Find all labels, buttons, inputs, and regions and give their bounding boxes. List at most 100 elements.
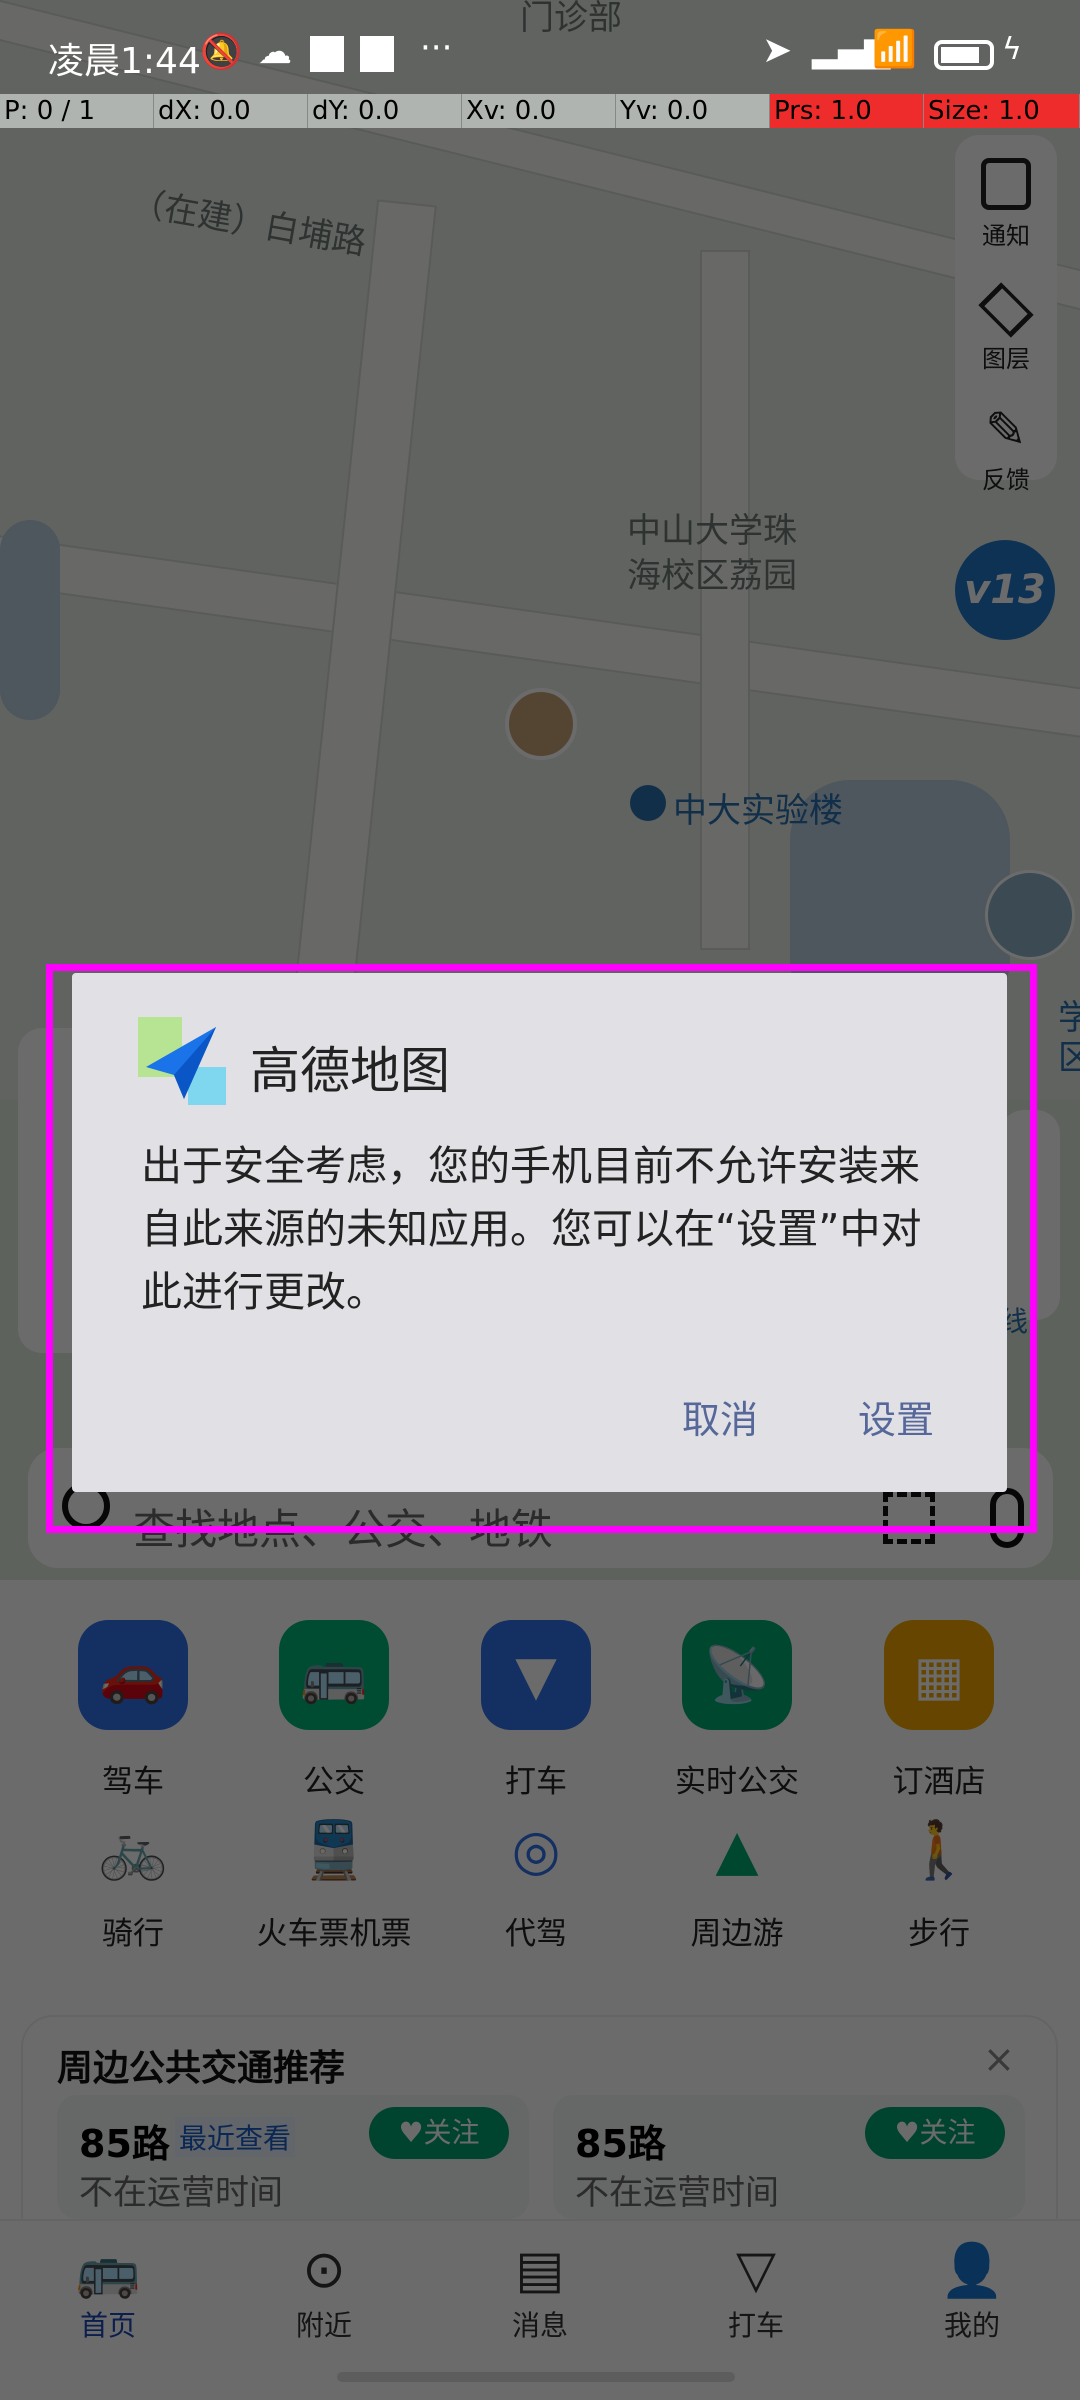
transit-title: 周边公共交通推荐 [57,2048,346,2089]
map-view[interactable]: 门诊部 （在建）白埔路 中山大学珠 海校区荔园 中大实验楼 学 区 v13 [0,0,1080,1100]
notice-icon [981,158,1031,210]
route-status: 不在运营时间 [79,2173,283,2213]
layers-label: 图层 [982,345,1030,373]
quick-entry-label: 步行 [908,1916,970,1952]
route-card[interactable]: 85路 ♥关注 不在运营时间 [553,2095,1025,2219]
nav-tab-nearby[interactable]: ⊙ 附近 [216,2240,432,2344]
home-indicator[interactable] [337,2372,735,2382]
dialog-message: 出于安全考虑，您的手机目前不允许安装来自此来源的未知应用。您可以在“设置”中对此… [141,1142,922,1316]
steering-wheel-icon: ◎ [511,1817,561,1883]
hotel-icon: ▦ [884,1620,994,1730]
debug-field: P: 0 / 1 [0,94,154,128]
dialog-title: 高德地图 [250,1042,450,1100]
quick-entry-label: 打车 [505,1764,567,1800]
nav-tab-profile[interactable]: 👤 我的 [864,2240,1080,2344]
microphone-icon[interactable] [990,1488,1024,1548]
debug-field: Prs: 1.0 [770,94,924,128]
realtime-bus-icon: 📡 [682,1620,792,1730]
location-icon: ➤ [762,30,793,71]
quick-entry-label: 实时公交 [675,1764,799,1800]
map-label: 海校区荔园 [627,556,797,596]
scenic-thumbnail[interactable] [985,870,1075,960]
notification-icon [360,36,394,72]
quick-entry-hotel[interactable]: ▦ 订酒店 [839,1620,1039,1801]
debug-field: Size: 1.0 [924,94,1080,128]
bus-icon: 🚌 [279,1620,389,1730]
notice-button[interactable]: 通知 [955,150,1057,272]
right-map-controls[interactable] [1000,1110,1060,1320]
feedback-label: 反馈 [982,466,1030,494]
nav-tab-messages[interactable]: ▤ 消息 [432,2240,648,2344]
taxi-icon: ▽ [736,2240,776,2300]
messages-icon: ▤ [515,2240,565,2300]
nav-tab-home[interactable]: 🚌 首页 [0,2240,216,2344]
quick-entry-label: 骑行 [102,1916,164,1952]
layers-icon [978,282,1034,338]
map-poi-label[interactable]: 中大实验楼 [673,783,843,832]
quick-entry-steering-wheel[interactable]: ◎ 代驾 [436,1810,636,1953]
version-badge[interactable]: v13 [955,540,1055,640]
nearby-icon: ⊙ [302,2240,346,2300]
layers-button[interactable]: 图层 [955,275,1057,397]
debug-field: dX: 0.0 [154,94,308,128]
train-icon: 🚆 [299,1818,369,1883]
scan-icon[interactable] [883,1492,935,1544]
nav-label: 附近 [295,2309,352,2342]
route-card[interactable]: 85路 最近查看 ♥关注 不在运营时间 [57,2095,529,2219]
recent-tag: 最近查看 [175,2117,296,2157]
pointer-debug-bar: P: 0 / 1 dX: 0.0 dY: 0.0 Xv: 0.0 Yv: 0.0 Prs:… [0,94,1080,128]
debug-field: Yv: 0.0 [616,94,770,128]
walk-icon: 🚶 [904,1818,974,1883]
nav-label: 打车 [727,2309,784,2342]
bicycle-icon: 🚲 [98,1818,168,1883]
status-bar: 凌晨1:44 🔕 ☁ ··· ➤ ▂▄▆ 📶 ϟ [0,28,1080,92]
poi-pin-icon [630,785,666,821]
map-label: 区 [1058,1038,1080,1078]
notice-label: 通知 [982,222,1030,250]
route-name: 85路 [575,2122,666,2166]
heart-icon: ♥ [894,2116,920,2149]
debug-field: dY: 0.0 [308,94,462,128]
quick-entry-realtime-bus[interactable]: 📡 实时公交 [637,1620,837,1801]
quick-entry-walk[interactable]: 🚶 步行 [839,1810,1039,1953]
quick-entry-label: 驾车 [102,1764,164,1800]
cancel-button[interactable]: 取消 [672,1383,768,1450]
quick-entry-bus[interactable]: 🚌 公交 [234,1620,434,1801]
quick-entry-car[interactable]: 🚗 驾车 [33,1620,233,1801]
quick-entry-mountain-pin[interactable]: ▲ 周边游 [637,1810,837,1953]
settings-button[interactable]: 设置 [848,1383,944,1450]
route-name: 85路 [79,2122,170,2166]
nav-label: 我的 [943,2309,1000,2342]
home-icon: 🚌 [75,2241,141,2301]
profile-icon: 👤 [939,2241,1005,2301]
map-label-road: （在建）白埔路 [127,182,370,264]
close-icon[interactable]: × [983,2037,1015,2081]
quick-entry-train[interactable]: 🚆 火车票机票 [234,1810,434,1953]
quick-entry-bicycle[interactable]: 🚲 骑行 [33,1810,233,1953]
nav-tab-taxi[interactable]: ▽ 打车 [648,2240,864,2344]
quick-entry-label: 订酒店 [892,1764,986,1800]
follow-label: 关注 [423,2116,480,2149]
install-blocked-dialog: 高德地图 出于安全考虑，您的手机目前不允许安装来自此来源的未知应用。您可以在“设… [72,973,1007,1492]
map-label: 中山大学珠 [627,511,797,551]
nav-label: 消息 [511,2309,568,2342]
route-status: 不在运营时间 [575,2173,779,2213]
follow-button[interactable]: ♥关注 [369,2107,509,2159]
nav-label: 首页 [79,2309,136,2342]
taxi-icon: ▼ [481,1620,591,1730]
car-icon: 🚗 [78,1620,188,1730]
amap-logo-icon [138,1017,226,1105]
follow-label: 关注 [919,2116,976,2149]
cloud-icon: ☁ [258,32,292,72]
feedback-icon: ✎ [985,401,1027,459]
more-icon: ··· [420,28,453,68]
search-input[interactable]: 查找地点、公交、地铁 [133,1496,553,1557]
charging-icon: ϟ [1002,32,1022,67]
follow-button[interactable]: ♥关注 [865,2107,1005,2159]
avatar[interactable] [505,688,577,760]
heart-icon: ♥ [398,2116,424,2149]
feedback-button[interactable]: ✎ 反馈 [955,400,1057,522]
quick-entry-taxi[interactable]: ▼ 打车 [436,1620,636,1801]
mute-icon: 🔕 [200,32,243,72]
quick-entry-label: 火车票机票 [256,1916,412,1952]
